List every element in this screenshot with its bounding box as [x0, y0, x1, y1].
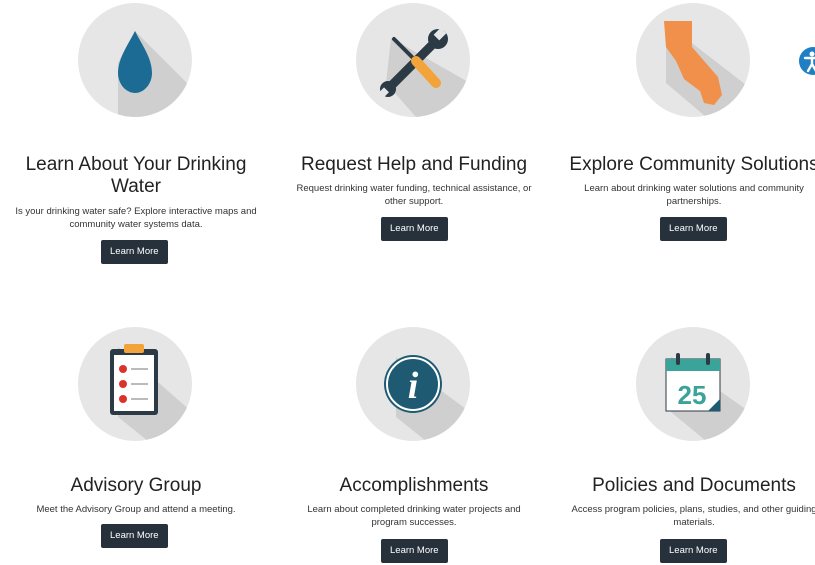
info-icon: i — [356, 327, 470, 441]
card-learn-about-water: Learn About Your Drinking Water Is your … — [0, 0, 272, 270]
learn-more-button[interactable]: Learn More — [381, 539, 448, 563]
calendar-day-number: 25 — [678, 380, 707, 410]
card-description: Learn about drinking water solutions and… — [584, 183, 804, 207]
learn-more-button[interactable]: Learn More — [101, 524, 168, 548]
clipboard-checklist-icon — [78, 327, 192, 441]
card-title: Request Help and Funding — [300, 154, 528, 175]
card-description: Learn about completed drinking water pro… — [307, 504, 521, 528]
card-description: Is your drinking water safe? Explore int… — [15, 206, 257, 230]
water-drop-icon — [78, 3, 192, 117]
card-advisory-group: Advisory Group Meet the Advisory Group a… — [0, 300, 272, 565]
card-policies-documents: 25 Policies and Documents Access program… — [558, 300, 815, 565]
card-title: Explore Community Solutions — [569, 154, 815, 175]
card-accomplishments: i Accomplishments Learn about completed … — [278, 300, 550, 565]
calendar-icon: 25 — [636, 327, 750, 441]
card-description: Access program policies, plans, studies,… — [571, 504, 815, 528]
learn-more-button[interactable]: Learn More — [660, 217, 727, 241]
learn-more-button[interactable]: Learn More — [660, 539, 727, 563]
accessibility-icon[interactable] — [799, 47, 815, 75]
learn-more-button[interactable]: Learn More — [101, 240, 168, 264]
tools-icon — [356, 3, 470, 117]
card-title: Policies and Documents — [592, 475, 796, 496]
card-description: Request drinking water funding, technica… — [296, 183, 532, 207]
card-description: Meet the Advisory Group and attend a mee… — [36, 504, 236, 515]
learn-more-button[interactable]: Learn More — [381, 217, 448, 241]
card-community-solutions: Explore Community Solutions Learn about … — [558, 0, 815, 270]
card-title: Learn About Your Drinking Water — [25, 154, 247, 197]
svg-text:i: i — [408, 365, 419, 407]
california-map-icon — [636, 3, 750, 117]
card-title: Advisory Group — [70, 475, 202, 496]
card-title: Accomplishments — [339, 475, 489, 496]
card-request-help: Request Help and Funding Request drinkin… — [278, 0, 550, 270]
